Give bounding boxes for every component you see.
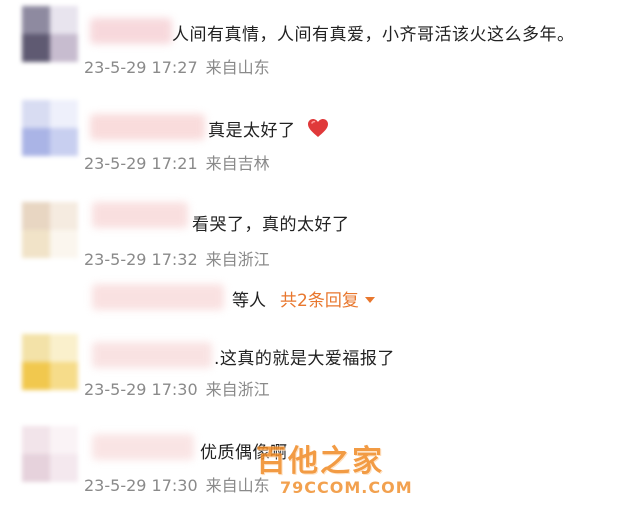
caret-down-icon (364, 297, 375, 303)
comment-meta: 23-5-29 17:30 来自山东 (84, 472, 270, 496)
comment-date: 23-5-29 17:30 (84, 476, 198, 495)
username-blurred[interactable] (90, 114, 205, 140)
comment-item: 真是太好了 23-5-29 17:21 来自吉林 (0, 96, 640, 186)
comment-text: .这真的就是大爱福报了 (214, 349, 395, 369)
comment-meta: 23-5-29 17:30 来自浙江 (84, 376, 270, 400)
username-blurred[interactable] (92, 202, 188, 228)
username-blurred[interactable] (90, 18, 172, 44)
comment-text: 看哭了，真的太好了 (192, 215, 350, 235)
site-watermark: 百他之家 79CCOM.COM (250, 436, 413, 506)
username-blurred[interactable] (92, 342, 212, 368)
avatar[interactable] (22, 334, 78, 390)
view-replies-button[interactable]: 共2条回复 (280, 286, 375, 311)
comment-meta: 23-5-29 17:21 来自吉林 (84, 150, 270, 174)
watermark-logo-text: 百他之家 (256, 444, 384, 479)
comment-date: 23-5-29 17:30 (84, 380, 198, 399)
comment-text-body: 真是太好了 (208, 121, 296, 141)
replies-suffix: 等人 (232, 291, 266, 311)
comment-meta: 23-5-29 17:27 来自山东 (84, 54, 270, 78)
comment-item: .这真的就是大爱福报了 23-5-29 17:30 来自浙江 (0, 330, 640, 420)
comment-location: 来自浙江 (205, 380, 270, 399)
avatar[interactable] (22, 100, 78, 156)
comment-location: 来自浙江 (205, 250, 270, 269)
comment-location: 来自吉林 (205, 154, 270, 173)
comment-list: 人间有真情，人间有真爱，小齐哥活该火这么多年。 23-5-29 17:27 来自山… (0, 0, 640, 510)
reply-users-blurred[interactable] (92, 284, 224, 310)
comment-text: 人间有真情，人间有真爱，小齐哥活该火这么多年。 (172, 25, 575, 45)
avatar[interactable] (22, 6, 78, 62)
comment-date: 23-5-29 17:21 (84, 154, 198, 173)
username-blurred[interactable] (92, 434, 194, 460)
comment-date: 23-5-29 17:32 (84, 250, 198, 269)
comment-meta: 23-5-29 17:32 来自浙江 (84, 246, 270, 270)
comment-item: 看哭了，真的太好了 23-5-29 17:32 来自浙江 (0, 192, 640, 282)
comment-text: 真是太好了 (208, 116, 329, 143)
replies-summary: 等人 共2条回复 (0, 282, 640, 314)
comment-date: 23-5-29 17:27 (84, 58, 198, 77)
view-replies-label: 共2条回复 (280, 291, 359, 311)
comment-item: 人间有真情，人间有真爱，小齐哥活该火这么多年。 23-5-29 17:27 来自山… (0, 0, 640, 90)
avatar[interactable] (22, 202, 78, 258)
avatar[interactable] (22, 426, 78, 482)
heart-icon (307, 118, 329, 143)
comment-location: 来自山东 (205, 58, 270, 77)
watermark-url: 79CCOM.COM (280, 478, 413, 497)
